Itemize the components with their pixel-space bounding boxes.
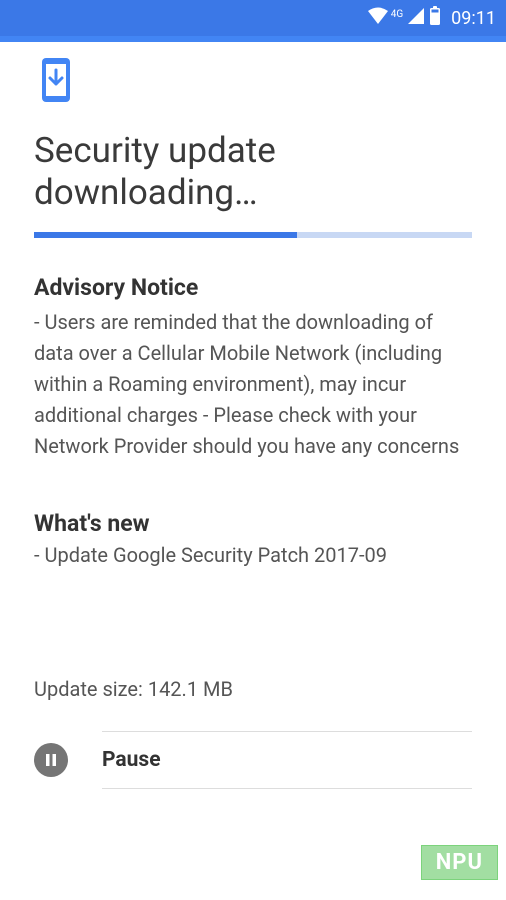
watermark: NPU — [421, 845, 498, 880]
cellular-signal-icon — [407, 7, 425, 30]
advisory-heading: Advisory Notice — [34, 274, 472, 301]
battery-icon — [429, 6, 441, 31]
status-clock: 09:11 — [451, 8, 496, 29]
progress-fill — [34, 232, 297, 238]
whats-new-heading: What's new — [34, 510, 472, 537]
wifi-icon — [367, 7, 389, 30]
page-title: Security update downloading… — [34, 130, 472, 214]
advisory-body: - Users are reminded that the downloadin… — [34, 307, 472, 462]
network-label: 4G — [391, 9, 403, 20]
pause-button[interactable] — [34, 743, 68, 777]
download-icon — [34, 60, 78, 100]
pause-row[interactable]: Pause — [102, 731, 472, 789]
pause-label: Pause — [102, 748, 161, 772]
status-bar: 4G 09:11 — [0, 0, 506, 36]
download-progress — [34, 232, 472, 238]
pause-icon — [44, 753, 58, 767]
status-icons: 4G — [367, 6, 441, 31]
whats-new-body: - Update Google Security Patch 2017-09 — [34, 543, 472, 567]
update-size: Update size: 142.1 MB — [34, 677, 472, 701]
